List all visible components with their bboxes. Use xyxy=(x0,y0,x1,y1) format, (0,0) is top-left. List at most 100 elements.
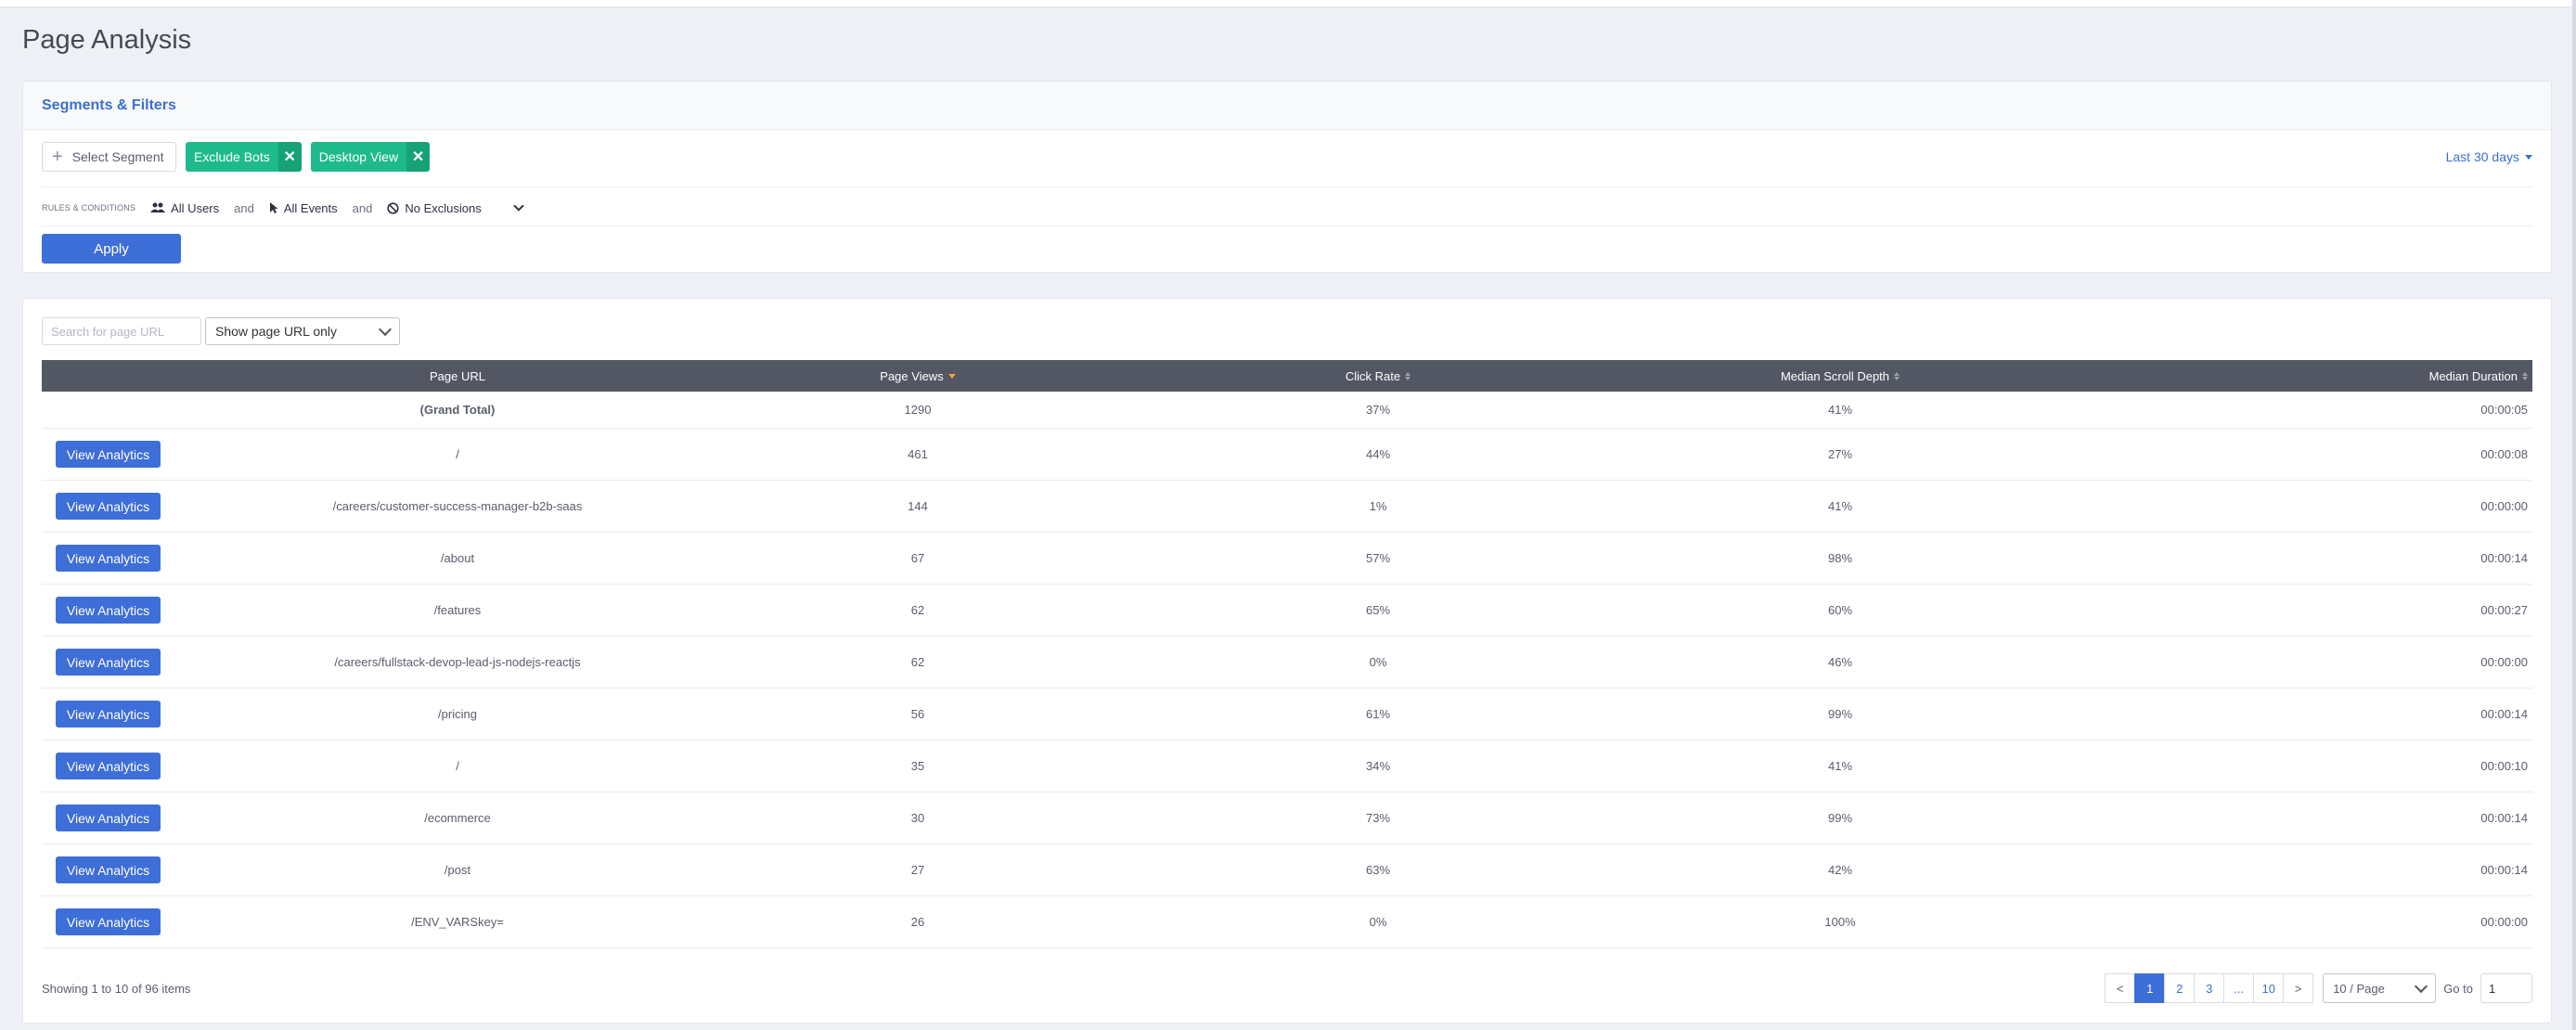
view-analytics-button[interactable]: View Analytics xyxy=(56,908,161,935)
view-analytics-button[interactable]: View Analytics xyxy=(56,805,161,831)
select-segment-button[interactable]: + Select Segment xyxy=(42,142,176,172)
action-cell: View Analytics xyxy=(42,441,227,468)
window-edge xyxy=(2572,0,2576,1030)
prev-page-button[interactable]: < xyxy=(2105,973,2136,1003)
total-url: (Grand Total) xyxy=(419,403,496,417)
page-url-cell: /ENV_VARSkey= xyxy=(411,915,504,929)
action-cell: View Analytics xyxy=(42,805,227,831)
chevron-down-icon xyxy=(378,322,393,336)
pagination: < 1 2 3 ... 10 > 10 / Page Go to xyxy=(2105,973,2532,1003)
page-title: Page Analysis xyxy=(22,25,192,55)
click-rate-cell: 0% xyxy=(1369,915,1387,929)
page-ellipsis[interactable]: ... xyxy=(2223,973,2255,1003)
segments-header: Segments & Filters xyxy=(23,82,2551,130)
page-views-cell: 62 xyxy=(910,603,925,617)
chip-desktop-view[interactable]: Desktop View ✕ xyxy=(310,142,431,172)
page-button[interactable]: 2 xyxy=(2164,973,2196,1003)
total-click-rate: 37% xyxy=(1365,403,1391,417)
apply-button[interactable]: Apply xyxy=(42,234,181,264)
page-views-cell: 56 xyxy=(910,707,925,721)
condition-exclusions[interactable]: No Exclusions xyxy=(387,200,524,215)
header-page-url[interactable]: Page URL xyxy=(227,369,688,383)
header-duration[interactable]: Median Duration xyxy=(2072,369,2532,383)
page-views-cell: 30 xyxy=(910,811,925,825)
date-range-dropdown[interactable]: Last 30 days xyxy=(2446,149,2532,164)
condition-users[interactable]: All Users xyxy=(150,201,219,215)
next-page-button[interactable]: > xyxy=(2283,973,2314,1003)
header-page-views[interactable]: Page Views xyxy=(688,369,1148,383)
chip-label: Desktop View xyxy=(310,142,407,172)
header-duration-label: Median Duration xyxy=(2428,368,2518,383)
page-views-cell: 27 xyxy=(910,863,925,877)
duration-cell: 00:00:14 xyxy=(2480,707,2528,721)
table-row: View Analytics/ecommerce 30 73% 99% 00:00:14 xyxy=(42,792,2532,844)
table-row: View Analytics/post 27 63% 42% 00:00:14 xyxy=(42,844,2532,896)
close-icon[interactable]: ✕ xyxy=(277,142,302,172)
close-icon[interactable]: ✕ xyxy=(406,142,431,172)
segments-filters-panel: Segments & Filters + Select Segment Excl… xyxy=(22,81,2552,273)
rules-conditions-row: RULES & CONDITIONS All Users and All Eve… xyxy=(42,198,524,218)
view-analytics-button[interactable]: View Analytics xyxy=(56,545,161,572)
total-duration: 00:00:05 xyxy=(2480,403,2528,417)
page-button[interactable]: 10 xyxy=(2253,973,2285,1003)
page-views-cell: 26 xyxy=(910,915,925,929)
action-cell: View Analytics xyxy=(42,545,227,572)
condition-events-label: All Events xyxy=(283,200,338,215)
table-row: View Analytics/features 62 65% 60% 00:00:27 xyxy=(42,585,2532,637)
page-button[interactable]: 1 xyxy=(2134,973,2166,1003)
rules-conditions-label: RULES & CONDITIONS xyxy=(42,203,136,212)
search-input[interactable] xyxy=(42,317,201,345)
chip-exclude-bots[interactable]: Exclude Bots ✕ xyxy=(186,142,302,172)
table-row: View Analytics/careers/fullstack-devop-l… xyxy=(42,637,2532,689)
click-rate-cell: 34% xyxy=(1365,759,1391,773)
click-rate-cell: 73% xyxy=(1365,811,1391,825)
duration-cell: 00:00:14 xyxy=(2480,551,2528,565)
action-cell: View Analytics xyxy=(42,753,227,779)
duration-cell: 00:00:14 xyxy=(2480,863,2528,877)
ban-icon xyxy=(387,201,399,214)
table-row: View Analytics/pricing 56 61% 99% 00:00:14 xyxy=(42,689,2532,740)
header-scroll-depth[interactable]: Median Scroll Depth xyxy=(1608,369,2072,383)
view-analytics-button[interactable]: View Analytics xyxy=(56,701,161,727)
duration-cell: 00:00:00 xyxy=(2480,499,2528,513)
table-row: View Analytics/careers/customer-success-… xyxy=(42,481,2532,533)
header-scroll-depth-label: Median Scroll Depth xyxy=(1780,368,1890,383)
scroll-depth-cell: 60% xyxy=(1827,603,1853,617)
duration-cell: 00:00:14 xyxy=(2480,811,2528,825)
scroll-depth-cell: 99% xyxy=(1827,707,1853,721)
duration-cell: 00:00:27 xyxy=(2480,603,2528,617)
view-analytics-button[interactable]: View Analytics xyxy=(56,493,161,520)
page-size-value: 10 / Page xyxy=(2333,981,2385,996)
sort-icon xyxy=(1894,371,1900,380)
page-button[interactable]: 3 xyxy=(2194,973,2225,1003)
segment-chips-row: + Select Segment Exclude Bots ✕ Desktop … xyxy=(42,140,2532,174)
header-page-views-label: Page Views xyxy=(880,368,944,383)
page-url-cell: /pricing xyxy=(438,707,477,721)
view-analytics-button[interactable]: View Analytics xyxy=(56,856,161,883)
view-analytics-button[interactable]: View Analytics xyxy=(56,649,161,676)
duration-cell: 00:00:00 xyxy=(2480,915,2528,929)
condition-events[interactable]: All Events xyxy=(269,201,338,215)
table-row: View Analytics/about 67 57% 98% 00:00:14 xyxy=(42,533,2532,585)
view-analytics-button[interactable]: View Analytics xyxy=(56,441,161,468)
and-label: and xyxy=(352,200,373,215)
header-click-rate[interactable]: Click Rate xyxy=(1148,369,1608,383)
page-table-panel: Show page URL only Page URL Page Views C… xyxy=(22,298,2552,1024)
total-views: 1290 xyxy=(904,403,932,417)
sort-desc-icon xyxy=(947,373,956,379)
view-analytics-button[interactable]: View Analytics xyxy=(56,753,161,779)
page-views-cell: 461 xyxy=(908,447,928,461)
page-size-select[interactable]: 10 / Page xyxy=(2323,973,2437,1003)
page-views-cell: 35 xyxy=(910,759,925,773)
table-toolbar: Show page URL only xyxy=(42,317,400,345)
click-rate-cell: 1% xyxy=(1369,499,1387,513)
goto-input[interactable] xyxy=(2480,973,2532,1003)
top-bar xyxy=(0,0,2572,6)
pointer-icon xyxy=(269,201,278,214)
url-filter-select[interactable]: Show page URL only xyxy=(205,317,400,345)
view-analytics-button[interactable]: View Analytics xyxy=(56,597,161,624)
scroll-depth-cell: 42% xyxy=(1827,863,1853,877)
scroll-depth-cell: 99% xyxy=(1827,811,1853,825)
goto-label: Go to xyxy=(2443,981,2473,996)
chevron-down-icon[interactable] xyxy=(513,200,524,212)
